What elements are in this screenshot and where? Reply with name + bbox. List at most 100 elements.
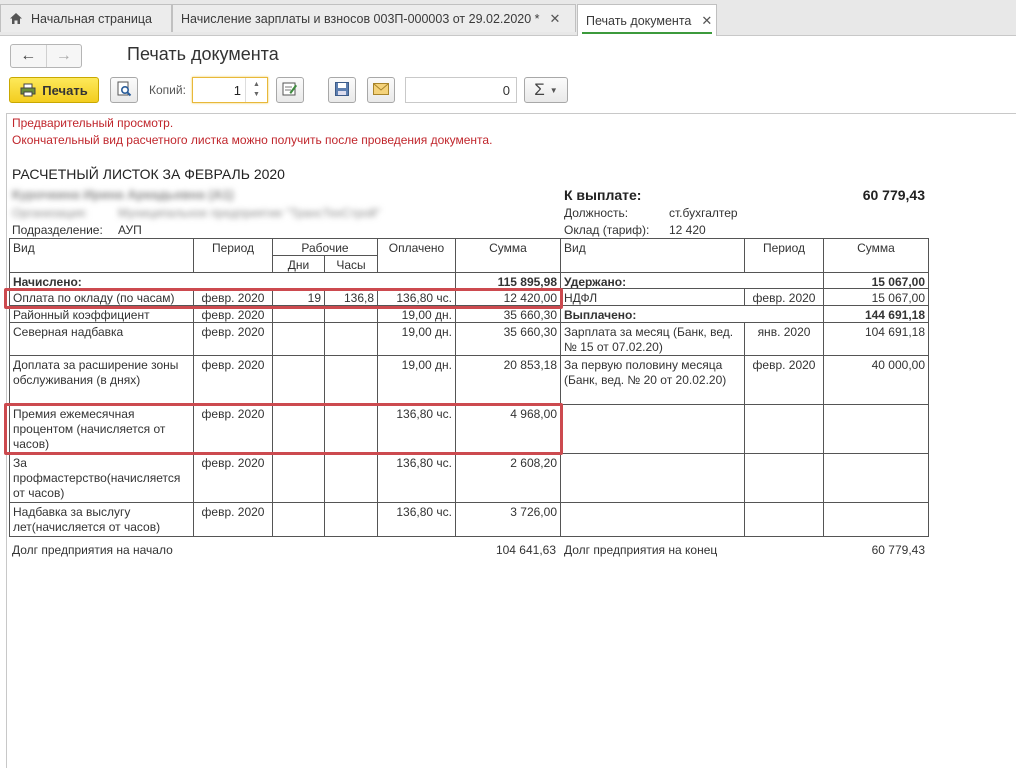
payout-value: 60 779,43 bbox=[862, 187, 925, 203]
close-icon[interactable]: ✕ bbox=[701, 13, 712, 29]
accrual-paid: 136,80 чс. bbox=[378, 454, 456, 503]
rate-label: Оклад (тариф): bbox=[564, 223, 650, 237]
header-right-period: Период bbox=[745, 239, 824, 273]
mail-button[interactable] bbox=[367, 77, 395, 103]
mail-icon bbox=[373, 82, 389, 98]
empty-cell bbox=[561, 454, 745, 503]
page-title: Печать документа bbox=[127, 44, 279, 64]
accrual-sum: 35 660,30 bbox=[456, 323, 561, 356]
tab-bar: Начальная страница Начисление зарплаты и… bbox=[0, 0, 1016, 36]
back-arrow-icon[interactable]: ← bbox=[11, 45, 46, 67]
payment-period: янв. 2020 bbox=[745, 323, 824, 356]
final-view-notice: Окончательный вид расчетного листка можн… bbox=[12, 133, 493, 147]
edit-icon bbox=[282, 81, 298, 100]
withholding-sum: 15 067,00 bbox=[824, 289, 929, 306]
position-value: ст.бухгалтер bbox=[669, 206, 738, 220]
payment-sum: 104 691,18 bbox=[824, 323, 929, 356]
accrual-hours bbox=[325, 356, 378, 405]
tab-label: Начальная страница bbox=[31, 11, 152, 26]
accrual-sum: 3 726,00 bbox=[456, 503, 561, 537]
copies-input[interactable]: 1 ▲ ▼ bbox=[192, 77, 268, 103]
debt-start-label: Долг предприятия на начало bbox=[12, 543, 173, 557]
tab-print-document[interactable]: Печать документа ✕ bbox=[577, 4, 717, 36]
save-icon bbox=[334, 81, 350, 100]
forward-arrow-icon[interactable]: → bbox=[45, 45, 82, 67]
accrual-hours bbox=[325, 454, 378, 503]
tab-label: Начисление зарплаты и взносов 003П-00000… bbox=[181, 11, 540, 26]
preview-button[interactable] bbox=[110, 77, 138, 103]
org-label: Организация: bbox=[12, 206, 88, 220]
paid-total: 144 691,18 bbox=[824, 306, 929, 323]
printer-icon bbox=[20, 83, 36, 97]
accrual-paid: 19,00 дн. bbox=[378, 323, 456, 356]
header-sum: Сумма bbox=[456, 239, 561, 273]
copies-value: 1 bbox=[233, 83, 241, 98]
accrued-total: 115 895,98 bbox=[456, 273, 561, 289]
accrual-hours bbox=[325, 323, 378, 356]
print-button[interactable]: Печать bbox=[9, 77, 99, 103]
accrual-sum: 20 853,18 bbox=[456, 356, 561, 405]
accrual-days bbox=[273, 503, 325, 537]
sum-button[interactable]: Σ ▼ bbox=[524, 77, 568, 103]
withheld-total: 15 067,00 bbox=[824, 273, 929, 289]
payment-sum: 40 000,00 bbox=[824, 356, 929, 405]
empty-cell bbox=[824, 454, 929, 503]
number-value: 0 bbox=[502, 83, 510, 98]
print-label: Печать bbox=[42, 82, 88, 98]
withholding-period: февр. 2020 bbox=[745, 289, 824, 306]
empty-cell bbox=[745, 503, 824, 537]
accrual-name: За профмастерство(начисляется от часов) bbox=[10, 454, 194, 503]
nav-buttons: ← → bbox=[10, 44, 82, 68]
header-hours: Часы bbox=[325, 256, 378, 273]
tab-payroll-document[interactable]: Начисление зарплаты и взносов 003П-00000… bbox=[172, 4, 576, 32]
header-vid: Вид bbox=[10, 239, 194, 273]
employee-name: Курочкина Ирина Аркадьевна (А1) bbox=[12, 187, 234, 202]
accrual-paid: 136,80 чс. bbox=[378, 503, 456, 537]
debt-start-value: 104 641,63 bbox=[495, 543, 556, 557]
org-value: Муниципальное предприятие "ТрансТехСтрой… bbox=[118, 206, 381, 220]
number-input[interactable]: 0 bbox=[405, 77, 517, 103]
empty-cell bbox=[561, 503, 745, 537]
sheet-title: РАСЧЕТНЫЙ ЛИСТОК ЗА ФЕВРАЛЬ 2020 bbox=[12, 166, 285, 182]
accrual-sum: 2 608,20 bbox=[456, 454, 561, 503]
accrual-name: Северная надбавка bbox=[10, 323, 194, 356]
tab-home[interactable]: Начальная страница bbox=[0, 4, 172, 32]
empty-cell bbox=[561, 405, 745, 454]
debt-end-label: Долг предприятия на конец bbox=[564, 543, 718, 557]
accrual-days bbox=[273, 454, 325, 503]
accrued-label: Начислено: bbox=[10, 273, 456, 289]
preview-icon bbox=[116, 81, 132, 100]
copies-spinner[interactable]: ▲ ▼ bbox=[245, 78, 267, 102]
accrual-period: февр. 2020 bbox=[194, 356, 273, 405]
accrual-name: Надбавка за выслугу лет(начисляется от ч… bbox=[10, 503, 194, 537]
accrual-period: февр. 2020 bbox=[194, 454, 273, 503]
empty-cell bbox=[824, 503, 929, 537]
accrual-period: февр. 2020 bbox=[194, 323, 273, 356]
accrual-paid: 19,00 дн. bbox=[378, 356, 456, 405]
accrual-days bbox=[273, 323, 325, 356]
save-button[interactable] bbox=[328, 77, 356, 103]
sigma-icon: Σ bbox=[534, 80, 545, 99]
rate-value: 12 420 bbox=[669, 223, 706, 237]
home-icon bbox=[9, 12, 23, 25]
edit-button[interactable] bbox=[276, 77, 304, 103]
preview-notice: Предварительный просмотр. bbox=[12, 116, 174, 130]
header-right-sum: Сумма bbox=[824, 239, 929, 273]
dept-value: АУП bbox=[118, 223, 142, 237]
payout-label: К выплате: bbox=[564, 187, 642, 203]
accrual-hours bbox=[325, 503, 378, 537]
payment-name: Зарплата за месяц (Банк, вед. № 15 от 07… bbox=[561, 323, 745, 356]
highlight-frame-bonus-row bbox=[4, 403, 563, 455]
close-icon[interactable]: ✕ bbox=[550, 11, 561, 27]
debt-end-value: 60 779,43 bbox=[871, 543, 925, 557]
empty-cell bbox=[824, 405, 929, 454]
accrual-name: Доплата за расширение зоны обслуживания … bbox=[10, 356, 194, 405]
header-period: Период bbox=[194, 239, 273, 273]
payment-name: За первую половину месяца (Банк, вед. № … bbox=[561, 356, 745, 405]
header-paid: Оплачено bbox=[378, 239, 456, 273]
highlight-frame-salary-row bbox=[4, 288, 563, 309]
paid-label: Выплачено: bbox=[561, 306, 824, 323]
empty-cell bbox=[745, 454, 824, 503]
dept-label: Подразделение: bbox=[12, 223, 103, 237]
tab-label: Печать документа bbox=[586, 13, 692, 28]
